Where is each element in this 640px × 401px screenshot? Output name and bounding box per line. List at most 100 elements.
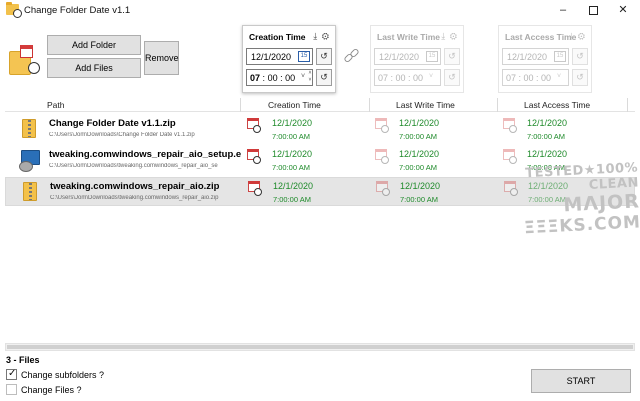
last-write-time-cell: 7:00:00 AM xyxy=(400,195,438,204)
remove-button[interactable]: Remove xyxy=(144,41,179,75)
creation-date-reset-button[interactable]: ↺ xyxy=(316,48,332,65)
maximize-icon xyxy=(588,5,598,15)
app-folder-icon xyxy=(6,2,22,18)
time-separator: : xyxy=(262,73,266,83)
last-write-time-value: 07 : 00 : 00 xyxy=(378,73,424,83)
close-button[interactable]: ✕ xyxy=(608,0,638,20)
creation-time-input[interactable]: 07 : 00 : 00 ˅ ˄ ˅ xyxy=(246,69,313,86)
watermark: TESTED★100% CLEAN ΜΛJOR ΞΞΞKS.COM xyxy=(498,160,640,251)
calendar-icon xyxy=(20,45,33,58)
window-title: Change Folder Date v1.1 xyxy=(24,5,131,16)
calendar-picker-icon[interactable]: 15 xyxy=(298,51,310,62)
add-files-button[interactable]: Add Files xyxy=(47,58,141,78)
maximize-button[interactable] xyxy=(578,0,608,20)
last-write-time-reset-button: ↺ xyxy=(444,69,460,86)
calendar-clock-icon xyxy=(247,118,261,133)
spin-down-icon[interactable]: ˅ xyxy=(309,77,312,83)
column-header-last-write-time[interactable]: Last Write Time xyxy=(396,100,455,110)
file-name: Change Folder Date v1.1.zip xyxy=(49,118,176,129)
column-divider[interactable] xyxy=(627,98,628,112)
calendar-clock-icon xyxy=(503,118,517,133)
calendar-clock-icon xyxy=(376,181,390,196)
table-row[interactable]: Change Folder Date v1.1.zip C:\Users\Jom… xyxy=(5,115,635,144)
last-write-time-cell: 7:00:00 AM xyxy=(399,163,437,172)
minute-field[interactable]: 00 xyxy=(268,73,278,83)
last-access-time-title: Last Access Time xyxy=(505,32,577,42)
change-files-label[interactable]: Change Files ? xyxy=(21,385,82,395)
last-write-date-input: 12/1/2020 15 xyxy=(374,48,441,65)
creation-time-panel: Creation Time ⤓ ⚙ 12/1/2020 15 ↺ 07 : 00… xyxy=(242,25,336,93)
calendar-clock-icon xyxy=(503,149,517,164)
link-icon[interactable] xyxy=(343,47,361,64)
creation-time-title: Creation Time xyxy=(249,32,306,42)
last-access-date-value: 12/1/2020 xyxy=(507,52,548,62)
column-header-last-access-time[interactable]: Last Access Time xyxy=(524,100,590,110)
creation-time-value: 07 : 00 : 00 xyxy=(250,73,295,83)
change-files-checkbox[interactable] xyxy=(6,384,17,395)
last-write-tools-icons: ⤓ ⚙ xyxy=(441,31,458,41)
last-access-date-cell: 12/1/2020 xyxy=(527,118,568,128)
chevron-down-icon: ˅ xyxy=(429,73,434,80)
second-field[interactable]: 00 xyxy=(285,73,295,83)
creation-time-cell: 7:00:00 AM xyxy=(273,195,311,204)
creation-date-value: 12/1/2020 xyxy=(251,52,292,62)
column-header-creation-time[interactable]: Creation Time xyxy=(268,100,321,110)
last-write-date-cell: 12/1/2020 xyxy=(400,181,441,191)
last-access-date-cell: 12/1/2020 xyxy=(527,149,568,159)
creation-tools-icons[interactable]: ⤓ ⚙ xyxy=(313,31,330,42)
last-access-time-reset-button: ↺ xyxy=(572,69,588,86)
creation-time-cell: 7:00:00 AM xyxy=(272,163,310,172)
calendar-picker-icon: 15 xyxy=(426,51,438,62)
calendar-clock-icon xyxy=(247,149,261,164)
column-divider[interactable] xyxy=(497,98,498,112)
file-name: tweaking.comwindows_repair_aio.zip xyxy=(50,181,220,192)
file-path: C:\Users\Jom\Downloads\tweaking.comwindo… xyxy=(49,163,218,169)
folder-calendar-icon xyxy=(9,45,41,77)
time-spinner[interactable]: ˄ ˅ xyxy=(307,70,313,85)
creation-date-cell: 12/1/2020 xyxy=(273,181,314,191)
creation-date-input[interactable]: 12/1/2020 15 xyxy=(246,48,313,65)
creation-time-cell: 7:00:00 AM xyxy=(272,132,310,141)
column-divider[interactable] xyxy=(369,98,370,112)
creation-date-cell: 12/1/2020 xyxy=(272,149,313,159)
last-write-date-value: 12/1/2020 xyxy=(379,52,420,62)
last-write-date-reset-button: ↺ xyxy=(444,48,460,65)
file-path: C:\Users\Jom\Downloads\tweaking.comwindo… xyxy=(50,195,219,201)
last-access-time-input: 07 : 00 : 00 ˅ xyxy=(502,69,569,86)
scrollbar-thumb[interactable] xyxy=(7,345,633,349)
last-write-time-input: 07 : 00 : 00 ˅ xyxy=(374,69,441,86)
last-access-time-panel: Last Access Time ⤓ ⚙ 12/1/2020 15 ↺ 07 :… xyxy=(498,25,592,93)
change-subfolders-checkbox[interactable] xyxy=(6,368,17,380)
spin-up-icon[interactable]: ˄ xyxy=(309,70,312,76)
last-access-date-reset-button: ↺ xyxy=(572,48,588,65)
start-button[interactable]: START xyxy=(531,369,631,393)
minimize-button[interactable]: – xyxy=(548,0,578,20)
column-divider[interactable] xyxy=(240,98,241,112)
last-write-time-panel: Last Write Time ⤓ ⚙ 12/1/2020 15 ↺ 07 : … xyxy=(370,25,464,93)
chevron-down-icon[interactable]: ˅ xyxy=(301,73,305,80)
change-subfolders-label[interactable]: Change subfolders ? xyxy=(21,370,104,380)
installer-icon xyxy=(19,150,40,172)
creation-time-reset-button[interactable]: ↺ xyxy=(316,69,332,86)
last-access-date-input: 12/1/2020 15 xyxy=(502,48,569,65)
last-access-time-value: 07 : 00 : 00 xyxy=(506,73,552,83)
last-access-time-cell: 7:00:00 AM xyxy=(527,132,565,141)
file-grid-header: Path Creation Time Last Write Time Last … xyxy=(5,98,635,112)
horizontal-scrollbar[interactable] xyxy=(5,343,635,351)
chevron-down-icon: ˅ xyxy=(557,73,562,80)
calendar-clock-icon xyxy=(375,149,389,164)
file-name: tweaking.comwindows_repair_aio_setup.e xyxy=(49,149,242,160)
last-access-tools-icons: ⤓ ⚙ xyxy=(569,31,586,41)
column-header-path[interactable]: Path xyxy=(47,100,65,110)
last-write-date-cell: 12/1/2020 xyxy=(399,149,440,159)
last-write-date-cell: 12/1/2020 xyxy=(399,118,440,128)
hour-field[interactable]: 07 xyxy=(250,73,260,83)
title-bar: Change Folder Date v1.1 – ✕ xyxy=(0,0,640,20)
calendar-picker-icon: 15 xyxy=(554,51,566,62)
last-write-time-title: Last Write Time xyxy=(377,32,440,42)
zip-icon xyxy=(22,119,36,138)
add-folder-button[interactable]: Add Folder xyxy=(47,35,141,55)
calendar-clock-icon xyxy=(375,118,389,133)
clock-icon xyxy=(28,62,40,74)
file-count-status: 3 - Files xyxy=(6,355,40,365)
